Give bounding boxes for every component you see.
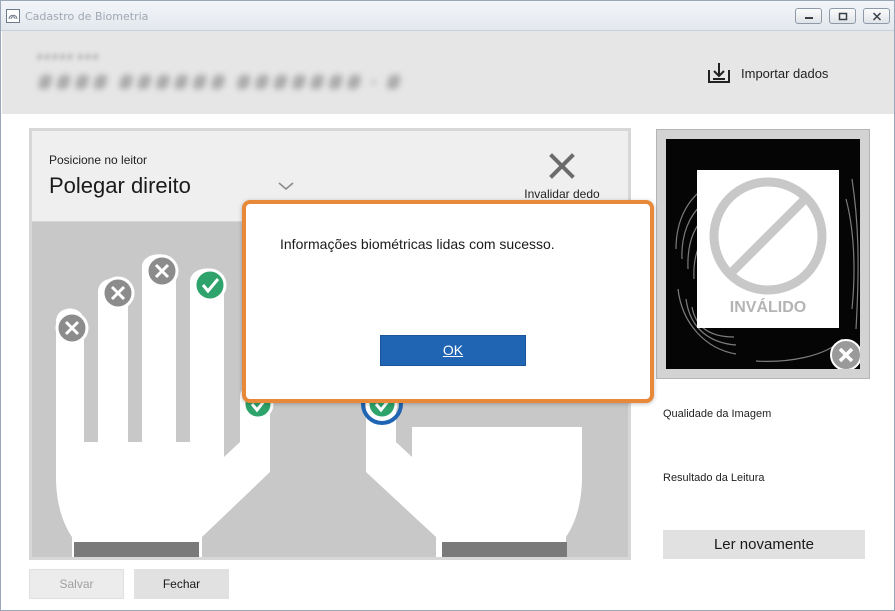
maximize-button[interactable] (829, 8, 856, 24)
patient-name: #### ###### ####### · # (36, 71, 403, 96)
x-icon (549, 153, 575, 179)
close-button[interactable]: Fechar (134, 569, 229, 599)
save-label: Salvar (59, 577, 94, 591)
invalidate-finger-button[interactable]: Invalidar dedo (512, 153, 612, 201)
position-label: Posicione no leitor (49, 153, 148, 167)
import-data-button[interactable]: Importar dados (707, 61, 828, 85)
close-icon (872, 12, 882, 21)
app-icon (6, 9, 20, 23)
finger-status-ring-left[interactable] (101, 276, 135, 310)
left-hand (56, 254, 270, 557)
import-data-label: Importar dados (741, 65, 829, 81)
fingerprint-image: INVÁLIDO (666, 139, 860, 369)
remove-reading-button[interactable] (830, 339, 860, 369)
ok-label: OK (442, 342, 464, 358)
left-wrist-band (74, 542, 199, 557)
minimize-button[interactable] (795, 8, 822, 24)
chevron-down-icon[interactable] (277, 181, 295, 191)
finger-status-index-left[interactable] (193, 268, 227, 302)
fingerprint-preview: INVÁLIDO (656, 129, 870, 379)
restore-icon (838, 12, 848, 21)
image-quality-label: Qualidade da Imagem (663, 408, 772, 420)
invalid-overlay: INVÁLIDO (697, 170, 839, 328)
patient-header: ##### ### #### ###### ####### · # Import… (2, 31, 894, 114)
patient-id: ##### ### (36, 53, 100, 63)
ok-button[interactable]: OK (380, 335, 526, 366)
prohibited-icon (709, 177, 827, 295)
finger-status-middle-left[interactable] (145, 254, 179, 288)
check-circle-icon (193, 268, 227, 302)
invalid-status-text: INVÁLIDO (729, 299, 807, 316)
read-again-button[interactable]: Ler novamente (663, 530, 865, 559)
close-label: Fechar (162, 577, 201, 591)
reading-result-label: Resultado da Leitura (663, 472, 765, 484)
import-icon (708, 63, 730, 83)
close-window-button[interactable] (863, 8, 890, 24)
finger-status-little-left[interactable] (55, 311, 89, 345)
minimize-icon (805, 17, 813, 19)
right-wrist-band (442, 542, 567, 557)
window-title: Cadastro de Biometria (25, 10, 149, 23)
read-again-label: Ler novamente (713, 536, 815, 553)
success-dialog: Informações biométricas lidas com sucess… (242, 200, 654, 403)
close-icon (838, 347, 854, 363)
save-button[interactable]: Salvar (29, 569, 124, 599)
title-bar: Cadastro de Biometria (1, 1, 894, 31)
dialog-message: Informações biométricas lidas com sucess… (280, 236, 555, 252)
invalidate-finger-label: Invalidar dedo (524, 187, 600, 201)
finger-name[interactable]: Polegar direito (49, 173, 191, 199)
biometry-window: Cadastro de Biometria ##### ### #### ###… (0, 0, 895, 611)
